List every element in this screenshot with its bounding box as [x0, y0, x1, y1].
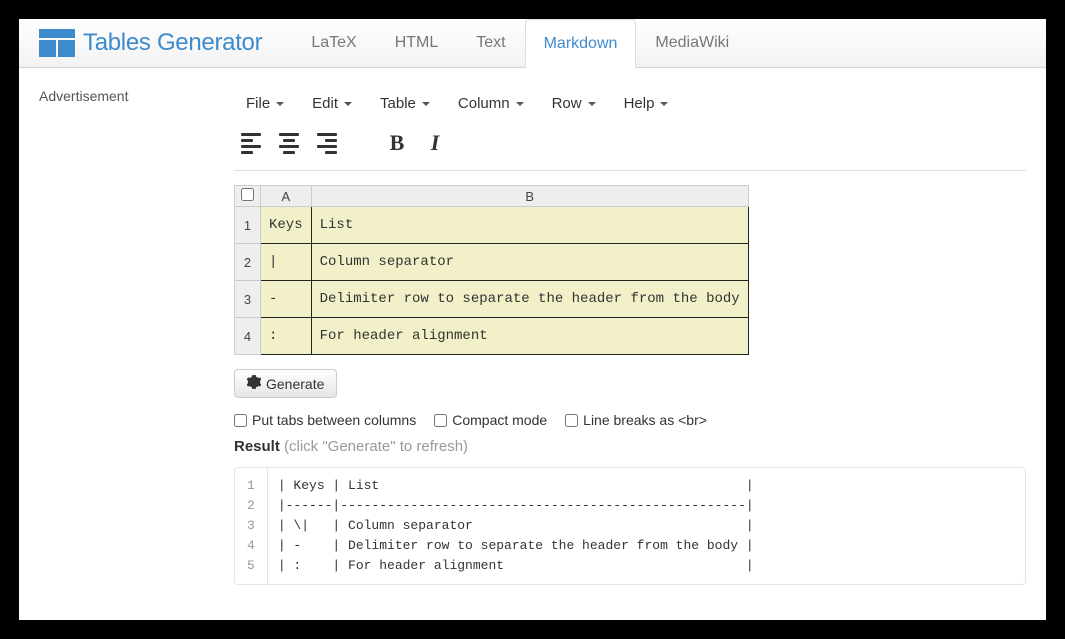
align-right-icon [317, 133, 337, 154]
option-linebreaks[interactable]: Line breaks as <br> [565, 412, 707, 428]
generate-button[interactable]: Generate [234, 369, 337, 398]
tab-latex[interactable]: LaTeX [292, 19, 375, 68]
brand-text: Tables Generator [83, 29, 262, 57]
italic-icon: I [431, 130, 440, 156]
line-number: 3 [243, 516, 259, 536]
row-header-1[interactable]: 1 [235, 207, 261, 244]
align-center-icon [279, 133, 299, 154]
align-right-button[interactable] [310, 128, 344, 158]
compact-label: Compact mode [452, 412, 547, 428]
separator [234, 170, 1026, 171]
menu-table-label: Table [380, 95, 416, 112]
menu-column-label: Column [458, 95, 510, 112]
format-tabs: LaTeX HTML Text Markdown MediaWiki [292, 19, 748, 68]
brand-logo-icon [39, 29, 75, 57]
sidebar-ad: Advertisement [39, 83, 209, 585]
row-header-2[interactable]: 2 [235, 244, 261, 281]
linebreaks-checkbox[interactable] [565, 414, 578, 427]
brand-link[interactable]: Tables Generator [39, 29, 262, 57]
caret-icon [588, 102, 596, 106]
line-number: 1 [243, 476, 259, 496]
row-header-3[interactable]: 3 [235, 281, 261, 318]
caret-icon [276, 102, 284, 106]
col-header-a[interactable]: A [261, 186, 312, 207]
spreadsheet-grid[interactable]: A B 1 Keys List 2 | Column separator 3 -… [234, 185, 749, 355]
code-lines[interactable]: | Keys | List ||------|-----------------… [268, 468, 764, 584]
menu-row[interactable]: Row [540, 89, 608, 118]
tabs-between-checkbox[interactable] [234, 414, 247, 427]
bold-icon: B [390, 130, 405, 156]
code-line: |------|--------------------------------… [278, 496, 754, 516]
cell-b1[interactable]: List [311, 207, 748, 244]
menu-bar: File Edit Table Column Row Help [234, 83, 1026, 124]
caret-icon [344, 102, 352, 106]
menu-file-label: File [246, 95, 270, 112]
menu-row-label: Row [552, 95, 582, 112]
menu-column[interactable]: Column [446, 89, 536, 118]
result-label: Result [234, 438, 280, 455]
cell-b3[interactable]: Delimiter row to separate the header fro… [311, 281, 748, 318]
menu-file[interactable]: File [234, 89, 296, 118]
ad-label: Advertisement [39, 88, 209, 104]
cell-a1[interactable]: Keys [261, 207, 312, 244]
cell-a4[interactable]: : [261, 318, 312, 355]
gear-icon [247, 375, 261, 392]
cell-b2[interactable]: Column separator [311, 244, 748, 281]
tab-html[interactable]: HTML [376, 19, 458, 68]
generate-label: Generate [266, 376, 324, 392]
bold-button[interactable]: B [380, 128, 414, 158]
cell-b4[interactable]: For header alignment [311, 318, 748, 355]
select-all-checkbox[interactable] [241, 188, 254, 201]
tab-text[interactable]: Text [457, 19, 524, 68]
main-panel: File Edit Table Column Row Help B I A [234, 83, 1026, 585]
result-code-block[interactable]: 1 2 3 4 5 | Keys | List ||------|-------… [234, 467, 1026, 585]
line-gutter: 1 2 3 4 5 [235, 468, 268, 584]
tab-markdown[interactable]: Markdown [525, 19, 637, 69]
menu-edit-label: Edit [312, 95, 338, 112]
menu-table[interactable]: Table [368, 89, 442, 118]
tabs-between-label: Put tabs between columns [252, 412, 416, 428]
caret-icon [516, 102, 524, 106]
align-left-button[interactable] [234, 128, 268, 158]
caret-icon [422, 102, 430, 106]
line-number: 2 [243, 496, 259, 516]
result-header: Result (click "Generate" to refresh) [234, 438, 1026, 455]
caret-icon [660, 102, 668, 106]
compact-checkbox[interactable] [434, 414, 447, 427]
code-line: | : | For header alignment | [278, 556, 754, 576]
menu-help-label: Help [624, 95, 655, 112]
align-left-icon [241, 133, 261, 154]
tab-mediawiki[interactable]: MediaWiki [636, 19, 748, 68]
options-row: Put tabs between columns Compact mode Li… [234, 412, 1026, 428]
col-header-b[interactable]: B [311, 186, 748, 207]
option-tabs-between[interactable]: Put tabs between columns [234, 412, 416, 428]
code-line: | \| | Column separator | [278, 516, 754, 536]
format-toolbar: B I [234, 124, 1026, 170]
menu-help[interactable]: Help [612, 89, 681, 118]
option-compact[interactable]: Compact mode [434, 412, 547, 428]
align-center-button[interactable] [272, 128, 306, 158]
line-number: 4 [243, 536, 259, 556]
cell-a2[interactable]: | [261, 244, 312, 281]
result-hint: (click "Generate" to refresh) [280, 438, 468, 455]
line-number: 5 [243, 556, 259, 576]
code-line: | - | Delimiter row to separate the head… [278, 536, 754, 556]
linebreaks-label: Line breaks as <br> [583, 412, 707, 428]
cell-a3[interactable]: - [261, 281, 312, 318]
menu-edit[interactable]: Edit [300, 89, 364, 118]
code-line: | Keys | List | [278, 476, 754, 496]
top-navbar: Tables Generator LaTeX HTML Text Markdow… [19, 19, 1046, 68]
italic-button[interactable]: I [418, 128, 452, 158]
select-all-cell[interactable] [235, 186, 261, 207]
row-header-4[interactable]: 4 [235, 318, 261, 355]
